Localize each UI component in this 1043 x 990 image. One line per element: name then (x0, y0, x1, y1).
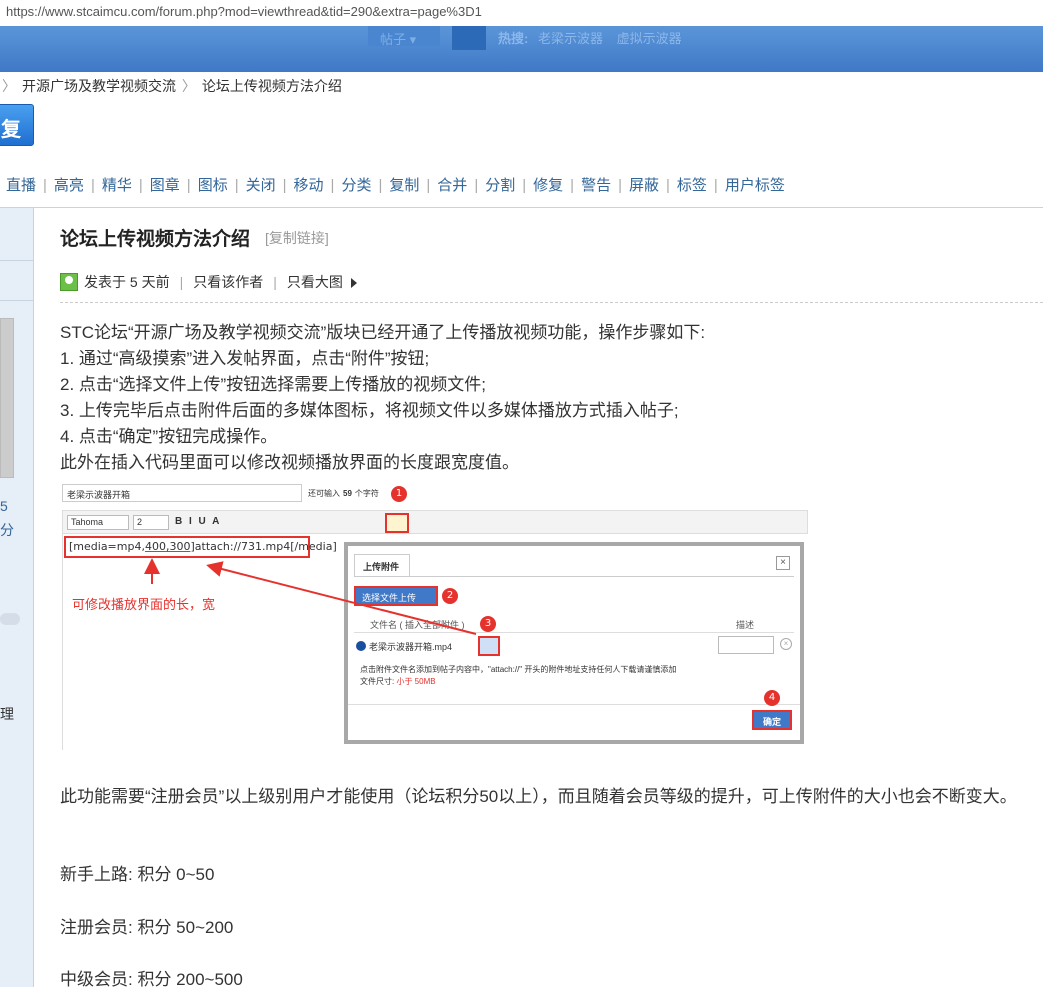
separator: | (426, 177, 431, 194)
search-icon[interactable] (452, 26, 486, 50)
caret-right-icon[interactable] (350, 278, 357, 288)
separator: | (179, 274, 184, 290)
separator: | (666, 177, 670, 194)
mod-tool-link[interactable]: 屏蔽 (629, 177, 659, 194)
post-line: 1. 通过“高级摸索”进入发帖界面，点击“附件”按钮; (60, 349, 430, 368)
post-line: 4. 点击“确定”按钮完成操作。 (60, 427, 278, 446)
breadcrumb-separator: 〉 (2, 78, 16, 94)
hot-search: 热搜: 老梁示波器 虚拟示波器 (498, 28, 692, 47)
breadcrumb-thread[interactable]: 论坛上传视频方法介绍 (202, 78, 342, 94)
level-line: 新手上路: 积分 0~50 (60, 865, 215, 884)
mod-tool-link[interactable]: 标签 (677, 177, 707, 194)
mod-tool-link[interactable]: 高亮 (54, 177, 84, 194)
mod-tool-link[interactable]: 修复 (533, 177, 563, 194)
address-bar[interactable]: https://www.stcaimcu.com/forum.php?mod=v… (0, 0, 1043, 26)
sidebar-stat-number: 5 (0, 498, 8, 514)
separator: | (378, 177, 383, 194)
only-author-link[interactable]: 只看该作者 (193, 274, 263, 290)
tutorial-screenshot[interactable]: 老梁示波器开箱 还可输入 59 个字符 1 Tahoma 2 B I U A [me… (60, 482, 810, 752)
site-header: 帖子 ▾ 热搜: 老梁示波器 虚拟示波器 (0, 26, 1043, 72)
level-line: 注册会员: 积分 50~200 (60, 918, 234, 937)
post-line: 2. 点击“选择文件上传”按钮选择需要上传播放的视频文件; (60, 375, 486, 394)
divider (0, 260, 34, 261)
separator: | (570, 177, 575, 194)
copy-link-button[interactable]: [复制链接] (265, 228, 329, 248)
separator: | (474, 177, 479, 194)
reply-button-label: 复 (1, 119, 21, 141)
mod-tool-link[interactable]: 复制 (389, 177, 419, 194)
mod-tool-link[interactable]: 分类 (341, 177, 371, 194)
sidebar-stat-label: 分 (0, 522, 14, 538)
mod-tool-link[interactable]: 关闭 (246, 177, 276, 194)
only-big-image-link[interactable]: 只看大图 (287, 274, 343, 290)
post-time: 发表于 5 天前 (84, 274, 170, 290)
hot-item-2[interactable]: 虚拟示波器 (617, 31, 682, 46)
mod-tool-link[interactable]: 移动 (294, 177, 324, 194)
divider (0, 300, 34, 301)
page-title: 论坛上传视频方法介绍 (60, 229, 251, 250)
breadcrumb: 〉开源广场及教学视频交流 〉论坛上传视频方法介绍 (0, 76, 342, 96)
separator: | (273, 274, 277, 290)
separator: | (90, 177, 95, 194)
post-line: STC论坛“开源广场及教学视频交流”版块已经开通了上传播放视频功能，操作步骤如下… (60, 323, 706, 342)
separator: | (330, 177, 335, 194)
url-text: https://www.stcaimcu.com/forum.php?mod=v… (6, 4, 482, 19)
post-line: 3. 上传完毕后点击附件后面的多媒体图标，将视频文件以多媒体播放方式插入帖子; (60, 401, 679, 420)
annotation-arrows (144, 558, 477, 635)
search-type-label: 帖子 (380, 32, 407, 47)
mod-tool-link[interactable]: 合并 (437, 177, 467, 194)
mod-tool-link[interactable]: 用户标签 (725, 177, 785, 194)
avatar[interactable] (0, 318, 14, 478)
arrow-from-media (206, 561, 477, 635)
separator: | (138, 177, 143, 194)
author-sidebar: 5 分 理 (0, 208, 34, 987)
separator: | (713, 177, 718, 194)
separator: | (282, 177, 287, 194)
reply-button[interactable]: 复 (0, 104, 34, 146)
user-online-icon (60, 273, 78, 291)
separator: | (618, 177, 622, 194)
hot-item-1[interactable]: 老梁示波器 (538, 31, 603, 46)
separator: | (234, 177, 239, 194)
post-paragraph: 此功能需要“注册会员”以上级别用户才能使用（论坛积分50以上），而且随着会员等级… (60, 787, 1017, 806)
level-progress-bar (0, 613, 20, 625)
post-line: 此外在插入代码里面可以修改视频播放界面的长度跟宽度值。 (60, 453, 519, 472)
mod-tool-link[interactable]: 图标 (198, 177, 228, 194)
level-line: 中级会员: 积分 200~500 (60, 970, 243, 989)
divider (0, 207, 1043, 208)
mod-tool-link[interactable]: 直播 (6, 177, 36, 194)
separator: | (186, 177, 191, 194)
mod-tool-link[interactable]: 警告 (581, 177, 611, 194)
divider (60, 302, 1043, 303)
mod-tool-link[interactable]: 精华 (102, 177, 132, 194)
separator: | (522, 177, 527, 194)
separator: | (43, 177, 47, 194)
post-meta: 发表于 5 天前 | 只看该作者 | 只看大图 (60, 272, 357, 292)
post-body: STC论坛“开源广场及教学视频交流”版块已经开通了上传播放视频功能，操作步骤如下… (60, 320, 705, 476)
mod-tool-link[interactable]: 分割 (485, 177, 515, 194)
breadcrumb-forum[interactable]: 开源广场及教学视频交流 (22, 78, 176, 94)
hot-search-label: 热搜: (498, 31, 529, 46)
mod-tool-link[interactable]: 图章 (150, 177, 180, 194)
sidebar-manage-label: 理 (0, 706, 14, 722)
search-type-select[interactable]: 帖子 ▾ (368, 26, 440, 47)
breadcrumb-separator: 〉 (181, 78, 196, 94)
moderation-toolbar: 直播 | 高亮 | 精华 | 图章 | 图标 | 关闭 | 移动 | 分类 | 复制 | 合并 | 分割 | 修复 | 警告 | 屏… (0, 174, 785, 195)
